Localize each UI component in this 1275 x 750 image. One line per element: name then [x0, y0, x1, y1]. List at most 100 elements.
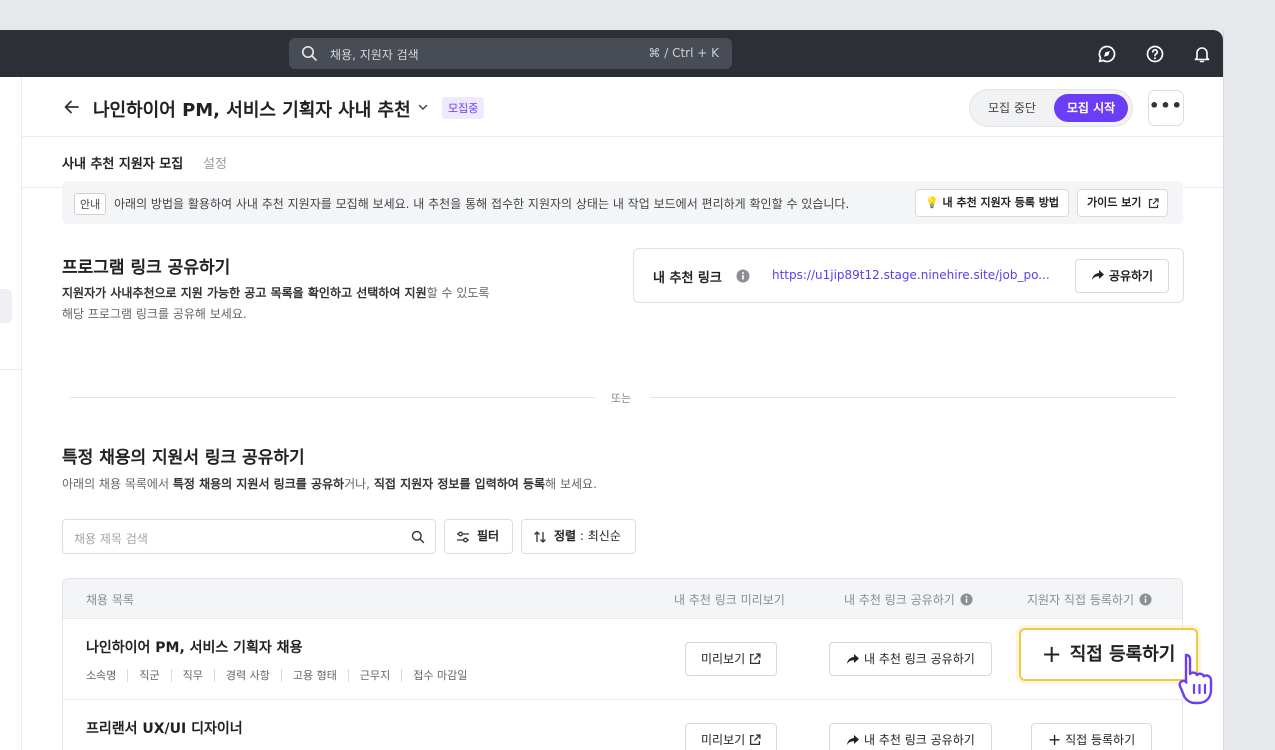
filter-label: 필터 — [477, 529, 500, 543]
notice-message: 아래의 방법을 활용하여 사내 추천 지원자를 모집해 보세요. 내 추천을 통… — [114, 197, 850, 211]
col-register-label: 지원자 직접 등록하기 — [1027, 593, 1134, 607]
search-icon — [301, 45, 317, 61]
search-shortcut: ⌘ / Ctrl + K — [648, 46, 719, 60]
stop-recruit-button[interactable]: 모집 중단 — [974, 94, 1050, 122]
meta-item: 경력 사항 — [213, 669, 281, 682]
col-job-list: 채용 목록 — [86, 593, 134, 607]
window-edge — [1223, 30, 1224, 750]
register-directly-button[interactable]: + 직접 등록하기 — [1031, 723, 1152, 750]
share-referral-link-button[interactable]: 내 추천 링크 공유하기 — [829, 723, 992, 750]
referral-link-url[interactable]: https://u1jip89t12.stage.ninehire.site/j… — [772, 268, 1058, 282]
job-title[interactable]: 프리랜서 UX/UI 디자이너 — [86, 718, 243, 738]
job-title[interactable]: 나인하이어 PM, 서비스 기획자 채용 — [86, 637, 302, 657]
info-icon[interactable] — [736, 269, 750, 283]
chat-icon[interactable] — [1097, 44, 1117, 64]
top-bar: 채용, 지원자 검색 ⌘ / Ctrl + K — [0, 30, 1223, 77]
my-referral-link-box: 내 추천 링크 https://u1jip89t12.stage.ninehir… — [633, 248, 1184, 303]
share-arrow-icon — [1091, 270, 1104, 280]
job-table: 채용 목록 내 추천 링크 미리보기 내 추천 링크 공유하기 지원자 직접 등… — [62, 578, 1183, 750]
program-link-desc-rest: 할 수 있도록 — [426, 286, 490, 300]
preview-button[interactable]: 미리보기 — [685, 642, 777, 676]
meta-item: 고용 형태 — [280, 669, 348, 682]
notice-tag: 안내 — [74, 193, 107, 215]
preview-label: 미리보기 — [701, 652, 746, 666]
sidebar-collapsed — [0, 77, 22, 750]
program-link-desc-bold: 지원자가 사내추천으로 지원 가능한 공고 목록을 확인하고 선택하여 지원 — [62, 286, 427, 300]
meta-item: 소속명 — [86, 669, 117, 682]
specific-link-title: 특정 채용의 지원서 링크 공유하기 — [62, 448, 305, 468]
meta-item: 근무지 — [347, 669, 402, 682]
global-search-placeholder: 채용, 지원자 검색 — [330, 48, 419, 62]
plus-icon: + — [1047, 730, 1062, 749]
desc-part-bold: 특정 채용의 지원서 링크를 공유하 — [172, 477, 345, 491]
desc-part: 거나, — [344, 477, 374, 491]
sliders-icon — [457, 531, 469, 543]
table-row: 나인하이어 PM, 서비스 기획자 채용 소속명 직군 직무 경력 사항 고용 형태 근무… — [63, 618, 1182, 699]
register-label: 직접 등록하기 — [1065, 733, 1136, 747]
back-arrow-icon[interactable] — [62, 97, 82, 117]
divider-right — [650, 397, 1176, 398]
page-title: 나인하이어 PM, 서비스 기획자 사내 추천 — [93, 100, 411, 121]
divider-text: 또는 — [611, 392, 632, 405]
share-label: 공유하기 — [1108, 269, 1154, 283]
filter-button[interactable]: 필터 — [444, 519, 513, 554]
desc-part: 해 보세요. — [545, 477, 597, 491]
specific-link-desc: 아래의 채용 목록에서 특정 채용의 지원서 링크를 공유하거나, 직접 지원자… — [62, 474, 597, 495]
sort-button[interactable]: 정렬 : 최신순 — [521, 519, 636, 554]
meta-item: 직군 — [127, 669, 171, 682]
share-label: 내 추천 링크 공유하기 — [864, 652, 975, 666]
recruit-toggle: 모집 중단 모집 시작 — [969, 89, 1133, 127]
bell-icon[interactable] — [1192, 44, 1212, 64]
register-label: 직접 등록하기 — [1069, 644, 1176, 665]
plus-icon: + — [1041, 640, 1062, 668]
share-referral-link-button[interactable]: 내 추천 링크 공유하기 — [829, 642, 992, 676]
global-search-input[interactable]: 채용, 지원자 검색 ⌘ / Ctrl + K — [289, 38, 732, 69]
how-to-register-button[interactable]: 💡 내 추천 지원자 등록 방법 — [915, 189, 1070, 217]
desc-part-bold: 직접 지원자 정보를 입력하여 등록 — [373, 477, 546, 491]
help-icon[interactable] — [1145, 44, 1165, 64]
chevron-down-icon[interactable] — [417, 101, 429, 113]
tab-settings[interactable]: 설정 — [203, 153, 227, 172]
external-link-icon — [749, 734, 761, 746]
divider-left — [70, 397, 595, 398]
col-share-label: 내 추천 링크 공유하기 — [844, 593, 955, 607]
job-search-input[interactable]: 채용 제목 검색 — [62, 519, 436, 554]
program-link-desc-line2: 해당 프로그램 링크를 공유해 보세요. — [62, 307, 247, 321]
job-search-placeholder: 채용 제목 검색 — [74, 532, 148, 546]
start-recruit-button[interactable]: 모집 시작 — [1054, 94, 1128, 122]
program-link-title: 프로그램 링크 공유하기 — [62, 258, 231, 278]
share-program-link-button[interactable]: 공유하기 — [1075, 259, 1169, 293]
sort-arrows-icon — [534, 531, 546, 543]
page-header: 나인하이어 PM, 서비스 기획자 사내 추천 모집중 모집 중단 모집 시작 … — [22, 77, 1223, 137]
col-register: 지원자 직접 등록하기 — [1027, 591, 1152, 608]
guide-label: 가이드 보기 — [1087, 196, 1142, 209]
program-link-desc: 지원자가 사내추천으로 지원 가능한 공고 목록을 확인하고 선택하여 지원할 … — [62, 283, 489, 325]
desc-part: 아래의 채용 목록에서 — [62, 477, 173, 491]
info-icon[interactable] — [960, 593, 973, 606]
info-icon[interactable] — [1139, 593, 1152, 606]
col-share: 내 추천 링크 공유하기 — [844, 591, 973, 608]
share-arrow-icon — [847, 735, 860, 745]
register-directly-button-highlighted[interactable]: + 직접 등록하기 — [1019, 628, 1198, 681]
preview-label: 미리보기 — [701, 733, 746, 747]
external-link-icon — [749, 653, 761, 665]
more-options-button[interactable]: ••• — [1148, 90, 1184, 126]
meta-item: 접수 마감일 — [401, 669, 479, 682]
table-row: 프리랜서 UX/UI 디자이너 미리보기 내 추천 링크 공유하기 + 직접 등… — [63, 699, 1182, 750]
sort-value: : 최신순 — [576, 529, 621, 543]
external-link-icon — [1149, 198, 1160, 209]
sidebar-divider — [0, 369, 22, 370]
preview-button[interactable]: 미리보기 — [685, 723, 777, 750]
search-icon — [411, 530, 425, 544]
meta-item: 직무 — [170, 669, 214, 682]
sidebar-active-item[interactable] — [0, 289, 12, 323]
share-label: 내 추천 링크 공유하기 — [864, 733, 975, 747]
guide-button[interactable]: 가이드 보기 — [1077, 189, 1169, 217]
notice-banner: 안내 아래의 방법을 활용하여 사내 추천 지원자를 모집해 보세요. 내 추천… — [62, 181, 1183, 224]
hand-cursor-icon — [1178, 653, 1213, 705]
sort-label: 정렬 — [554, 529, 577, 543]
my-referral-link-label: 내 추천 링크 — [653, 271, 722, 286]
share-arrow-icon — [847, 654, 860, 664]
col-preview: 내 추천 링크 미리보기 — [674, 593, 785, 607]
job-meta: 소속명 직군 직무 경력 사항 고용 형태 근무지 접수 마감일 — [86, 667, 479, 683]
